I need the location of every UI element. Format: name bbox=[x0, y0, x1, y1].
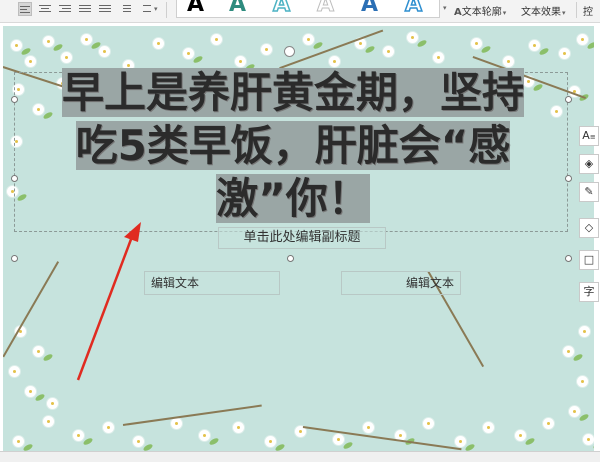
text-style-icon[interactable]: A≡ bbox=[579, 126, 599, 146]
text-icon-label: 字 bbox=[583, 285, 595, 298]
edit-pen-icon[interactable]: ✎ bbox=[579, 182, 599, 202]
fill-icon[interactable]: ◇ bbox=[579, 218, 599, 238]
border-icon[interactable]: □ bbox=[579, 250, 599, 270]
layers-icon[interactable]: ◈ bbox=[579, 154, 599, 174]
red-arrow-annotation bbox=[76, 222, 141, 381]
arrow-head bbox=[124, 222, 141, 242]
text-icon[interactable]: 字 bbox=[579, 282, 599, 302]
bottom-scrollbar[interactable] bbox=[0, 451, 600, 462]
arrow-shaft bbox=[76, 233, 135, 381]
floating-toolbar: A≡ ◈ ✎ ◇ □ 字 bbox=[578, 96, 600, 306]
